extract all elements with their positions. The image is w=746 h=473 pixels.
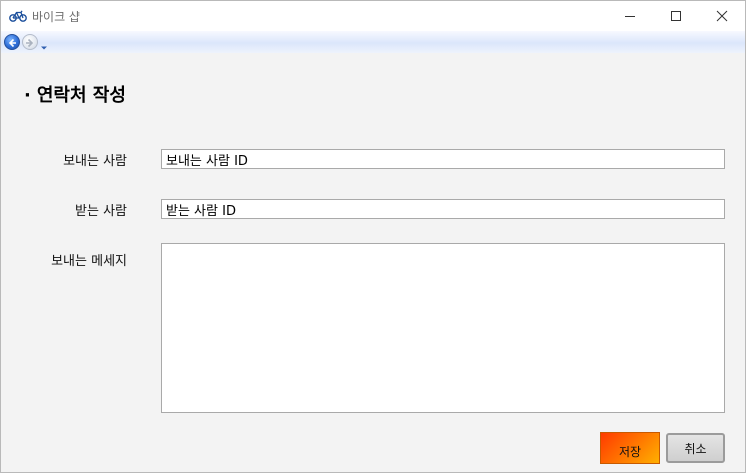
receiver-id-input[interactable] — [161, 199, 725, 219]
cancel-button[interactable]: 취소 — [666, 433, 725, 463]
title-bar: 바이크 샵 — [1, 1, 745, 31]
sender-label: 보내는 사람 — [63, 154, 127, 169]
bicycle-icon — [9, 8, 27, 22]
message-textarea[interactable] — [161, 243, 725, 413]
chevron-down-icon[interactable] — [40, 37, 48, 50]
close-button[interactable] — [699, 1, 745, 31]
heading-bullet: · — [24, 85, 31, 106]
navigation-bar — [1, 31, 745, 53]
receiver-label: 받는 사람 — [75, 204, 127, 219]
window-title: 바이크 샵 — [32, 10, 80, 24]
page-title: · 연락처 작성 — [24, 81, 126, 107]
back-arrow-icon — [7, 33, 17, 52]
maximize-icon — [670, 7, 682, 26]
message-label: 보내는 메세지 — [51, 254, 127, 269]
minimize-button[interactable] — [607, 1, 653, 31]
sender-id-input[interactable] — [161, 149, 725, 169]
forward-arrow-icon — [25, 33, 35, 52]
maximize-button[interactable] — [653, 1, 699, 31]
back-button[interactable] — [4, 34, 20, 50]
app-window: 바이크 샵 · 연락처 작성 보내는 사람 보내는 사람 ID 받는 사람 받는… — [0, 0, 746, 473]
close-icon — [716, 7, 728, 26]
forward-button[interactable] — [22, 34, 38, 50]
save-button[interactable]: 저장 — [600, 432, 660, 464]
minimize-icon — [624, 7, 636, 26]
heading-text: 연락처 작성 — [36, 85, 126, 106]
